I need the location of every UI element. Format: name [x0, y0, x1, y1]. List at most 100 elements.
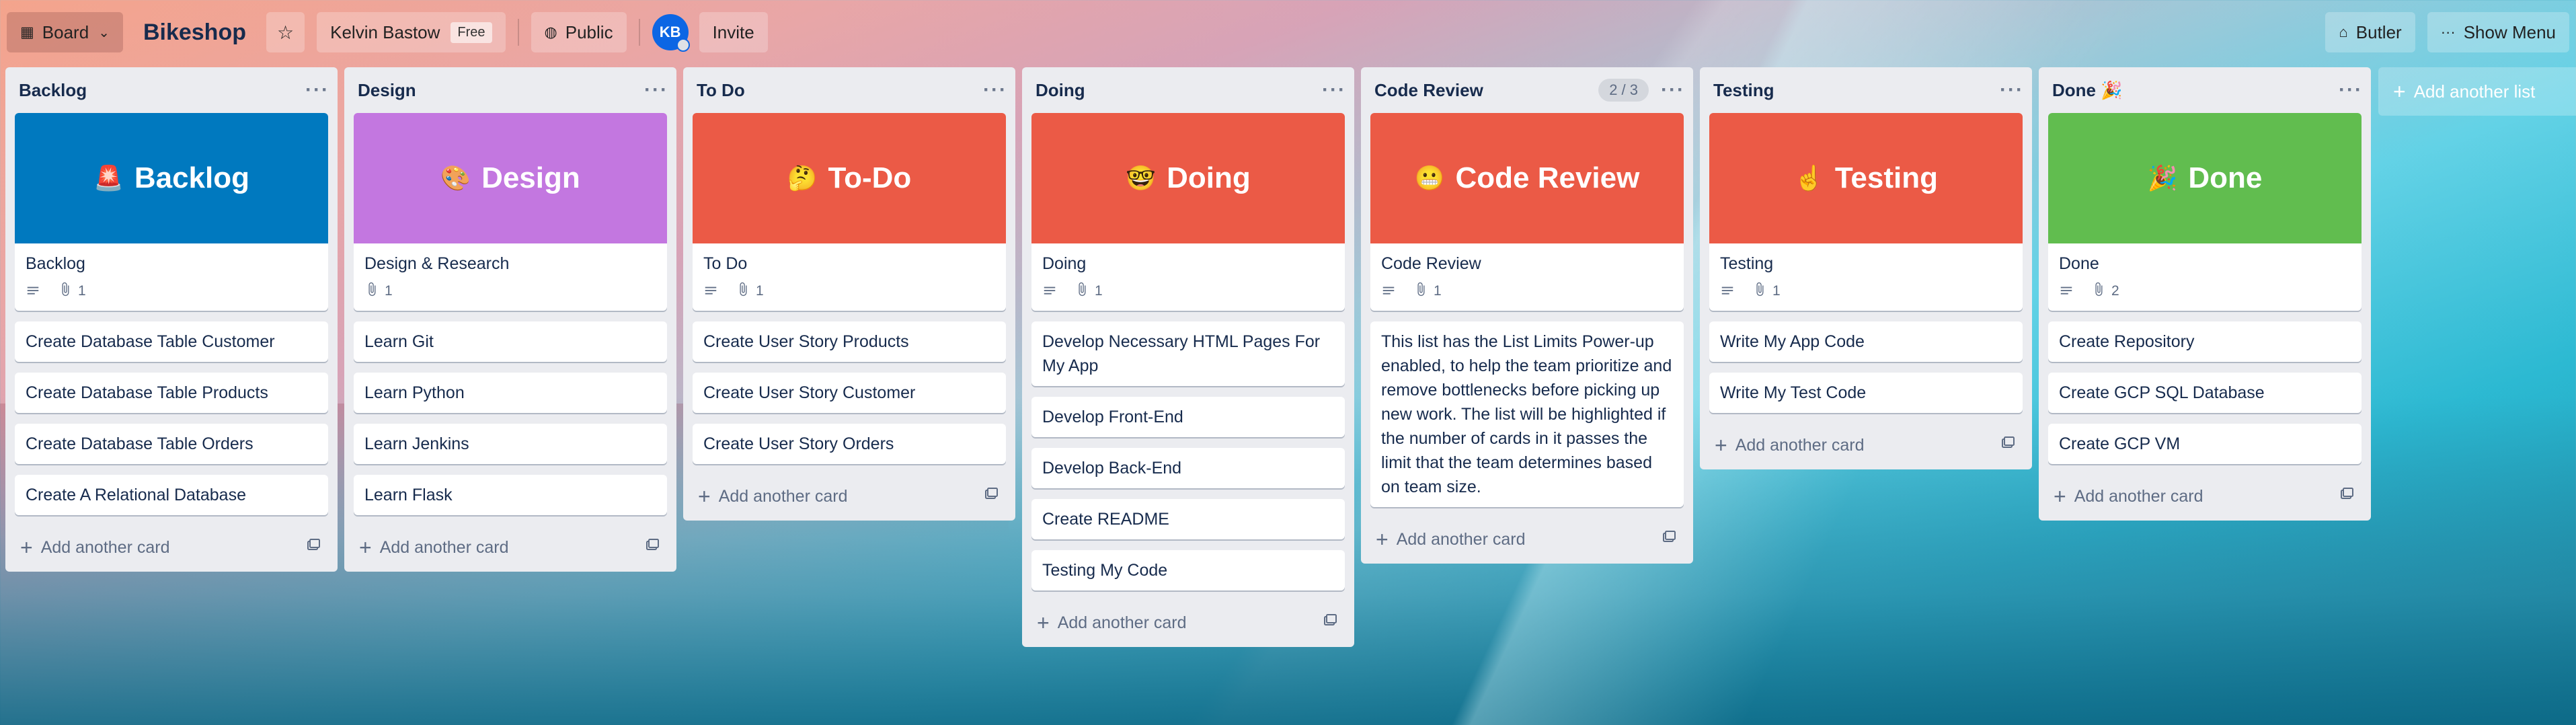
list-header[interactable]: Testing ···	[1700, 67, 2032, 113]
card-title: Testing	[1720, 254, 1774, 273]
template-icon[interactable]	[644, 537, 660, 558]
list-card[interactable]: Learn Git	[354, 321, 667, 362]
board-view-label: Board	[42, 22, 89, 42]
star-icon: ☆	[277, 22, 295, 43]
list-card[interactable]: Create GCP VM	[2048, 424, 2362, 464]
butler-icon: ⌂	[2339, 24, 2348, 40]
list-card[interactable]: Create A Relational Database	[15, 475, 328, 515]
star-button[interactable]: ☆	[266, 12, 305, 52]
template-icon[interactable]	[983, 486, 999, 507]
template-icon[interactable]	[2000, 435, 2016, 456]
list-title[interactable]: To Do	[697, 80, 983, 101]
add-card-button[interactable]: + Add another card	[15, 523, 328, 572]
card-badges: 1	[703, 280, 995, 303]
attachment-icon	[1413, 282, 1434, 301]
add-card-label: Add another card	[718, 486, 848, 506]
list-menu-icon[interactable]: ···	[644, 79, 668, 102]
list-card[interactable]: This list has the List Limits Power-up e…	[1370, 321, 1684, 507]
admin-indicator-icon	[676, 38, 690, 52]
list-title[interactable]: Doing	[1036, 80, 1322, 101]
list-card[interactable]: Write My Test Code	[1709, 373, 2023, 413]
board-view-switcher[interactable]: ▦ Board ⌄	[7, 12, 123, 52]
attachment-badge: 1	[1075, 282, 1103, 301]
show-menu-button[interactable]: ··· Show Menu	[2427, 12, 2569, 52]
add-card-label: Add another card	[1735, 435, 1865, 455]
list-title[interactable]: Backlog	[19, 80, 305, 101]
template-icon[interactable]	[2339, 486, 2355, 507]
list-card[interactable]: Create GCP SQL Database	[2048, 373, 2362, 413]
add-card-button[interactable]: + Add another card	[354, 523, 667, 572]
cover-card[interactable]: 🎨 Design Design & Research 1	[354, 113, 667, 311]
list-card[interactable]: Develop Front-End	[1031, 397, 1345, 437]
avatar[interactable]: KB	[652, 14, 690, 52]
board-title[interactable]: Bikeshop	[143, 20, 246, 46]
cover-card[interactable]: 🚨 Backlog Backlog 1	[15, 113, 328, 311]
list-menu-icon[interactable]: ···	[1322, 79, 1346, 102]
attachment-badge: 1	[1413, 282, 1442, 301]
list-card[interactable]: Create User Story Products	[693, 321, 1006, 362]
list-menu-icon[interactable]: ···	[1661, 79, 1685, 102]
list-header[interactable]: Doing ···	[1022, 67, 1354, 113]
list-title[interactable]: Design	[358, 80, 644, 101]
list-card[interactable]: Create User Story Customer	[693, 373, 1006, 413]
add-card-button[interactable]: + Add another card	[1370, 515, 1684, 564]
cover-card[interactable]: 😬 Code Review Code Review 1	[1370, 113, 1684, 311]
template-icon[interactable]	[1322, 613, 1338, 634]
visibility-button[interactable]: ◍ Public	[531, 12, 627, 52]
cover-card[interactable]: ☝️ Testing Testing 1	[1709, 113, 2023, 311]
add-card-button[interactable]: + Add another card	[693, 472, 1006, 521]
board-header: ▦ Board ⌄ Bikeshop ☆ Kelvin Bastow Free …	[0, 0, 2576, 65]
attachment-badge: 1	[1752, 282, 1781, 301]
list-menu-icon[interactable]: ···	[2339, 79, 2363, 102]
cover-text: To-Do	[828, 161, 912, 194]
list-card[interactable]: Testing My Code	[1031, 550, 1345, 590]
divider	[638, 19, 640, 46]
butler-button[interactable]: ⌂ Butler	[2325, 12, 2415, 52]
list-header[interactable]: Done 🎉 ···	[2039, 67, 2371, 113]
list-card[interactable]: Create User Story Orders	[693, 424, 1006, 464]
card-cover: 🎉 Done	[2048, 113, 2362, 243]
list-header[interactable]: Design ···	[344, 67, 676, 113]
divider	[517, 19, 519, 46]
list-title[interactable]: Testing	[1713, 80, 2000, 101]
cover-card[interactable]: 🤓 Doing Doing 1	[1031, 113, 1345, 311]
add-list-button[interactable]: + Add another list	[2378, 67, 2576, 116]
invite-button[interactable]: Invite	[699, 12, 768, 52]
list-card[interactable]: Write My App Code	[1709, 321, 2023, 362]
list-header[interactable]: To Do ···	[683, 67, 1015, 113]
list-card[interactable]: Develop Back-End	[1031, 448, 1345, 488]
cover-card[interactable]: 🎉 Done Done 2	[2048, 113, 2362, 311]
add-card-label: Add another card	[379, 537, 509, 557]
attachment-count: 2	[2111, 283, 2119, 299]
attachment-icon	[2091, 282, 2111, 301]
list-card[interactable]: Learn Jenkins	[354, 424, 667, 464]
list-card[interactable]: Learn Python	[354, 373, 667, 413]
list-menu-icon[interactable]: ···	[305, 79, 329, 102]
list-menu-icon[interactable]: ···	[2000, 79, 2024, 102]
card-body: Design & Research 1	[354, 243, 667, 311]
plus-icon: +	[20, 535, 33, 560]
list-card[interactable]: Create Repository	[2048, 321, 2362, 362]
add-card-button[interactable]: + Add another card	[1031, 599, 1345, 647]
globe-icon: ◍	[544, 24, 557, 40]
add-card-button[interactable]: + Add another card	[1709, 421, 2023, 469]
list-header[interactable]: Backlog ···	[5, 67, 338, 113]
list-header[interactable]: Code Review 2 / 3 ···	[1361, 67, 1693, 113]
cover-card[interactable]: 🤔 To-Do To Do 1	[693, 113, 1006, 311]
list-title[interactable]: Done 🎉	[2052, 80, 2339, 101]
list-column: Done 🎉 ··· 🎉 Done Done 2 Create Repository Crea…	[2039, 67, 2371, 521]
list-title[interactable]: Code Review	[1374, 80, 1598, 101]
add-card-button[interactable]: + Add another card	[2048, 472, 2362, 521]
list-card[interactable]: Create Database Table Customer	[15, 321, 328, 362]
template-icon[interactable]	[1661, 529, 1677, 550]
list-card[interactable]: Create README	[1031, 499, 1345, 539]
list-card[interactable]: Create Database Table Orders	[15, 424, 328, 464]
visibility-label: Public	[565, 22, 613, 42]
list-menu-icon[interactable]: ···	[983, 79, 1007, 102]
list-card[interactable]: Learn Flask	[354, 475, 667, 515]
list-card[interactable]: Develop Necessary HTML Pages For My App	[1031, 321, 1345, 386]
workspace-button[interactable]: Kelvin Bastow Free	[317, 12, 506, 52]
template-icon[interactable]	[305, 537, 321, 558]
plus-icon: +	[698, 484, 711, 508]
list-card[interactable]: Create Database Table Products	[15, 373, 328, 413]
